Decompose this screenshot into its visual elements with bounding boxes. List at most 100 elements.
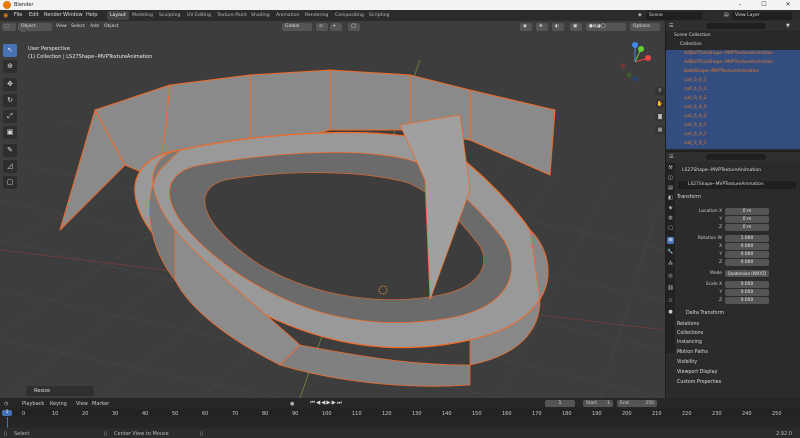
- rotate-tool-icon[interactable]: ↻: [3, 94, 17, 107]
- location-y-field[interactable]: 0 m: [725, 216, 769, 223]
- start-frame-field[interactable]: Start 1: [583, 400, 613, 407]
- world-tab-icon[interactable]: ◍: [667, 215, 674, 222]
- outliner-editor-icon[interactable]: ☰: [669, 23, 673, 29]
- outliner-item[interactable]: AdBallTiresShape--MVPTextureAnimation: [666, 59, 800, 68]
- view-layer-tab-icon[interactable]: ◧: [667, 195, 674, 202]
- transform-tool-icon[interactable]: ▣: [3, 126, 17, 139]
- rotation-x-field[interactable]: 0.000: [725, 243, 769, 250]
- navigation-gizmo[interactable]: [615, 42, 655, 82]
- timeline-marker-menu[interactable]: Marker: [92, 401, 109, 407]
- move-tool-icon[interactable]: ✥: [3, 78, 17, 91]
- zoom-icon[interactable]: ⚲: [655, 86, 665, 96]
- blender-menu-icon[interactable]: ◉: [3, 12, 8, 19]
- shading-buttons[interactable]: ●◍◕◯: [586, 22, 626, 31]
- outliner-item[interactable]: cull_0_0_3: [666, 104, 800, 113]
- outliner-item[interactable]: cull_0_0_1: [666, 77, 800, 86]
- instancing-section[interactable]: Instancing: [677, 340, 702, 345]
- relations-section[interactable]: Relations: [677, 322, 699, 327]
- object-name-field[interactable]: LS27Shape--MVPTextureAnimation: [678, 181, 796, 189]
- camera-view-icon[interactable]: ◙: [655, 112, 665, 122]
- timeline-view-menu[interactable]: View: [76, 401, 88, 407]
- physics-tab-icon[interactable]: ◎: [667, 273, 674, 280]
- outliner-search-input[interactable]: [706, 23, 766, 29]
- current-frame-field[interactable]: 1: [545, 400, 575, 407]
- filter-icon[interactable]: ▼: [786, 23, 790, 29]
- scale-x-field[interactable]: 0.050: [725, 281, 769, 288]
- menu-window[interactable]: Window: [63, 12, 83, 18]
- overlays-icon[interactable]: ◐: [552, 22, 564, 31]
- collections-section[interactable]: Collections: [677, 331, 703, 336]
- minimize-icon[interactable]: –: [728, 0, 752, 10]
- timeline-keying-menu[interactable]: Keying: [50, 401, 67, 407]
- tab-compositing[interactable]: Compositing: [332, 11, 367, 20]
- tab-scripting[interactable]: Scripting: [366, 11, 392, 20]
- collection-tab-icon[interactable]: ▢: [667, 225, 674, 232]
- perspective-toggle-icon[interactable]: ▦: [655, 125, 665, 135]
- render-tab-icon[interactable]: ◫: [667, 175, 674, 182]
- constraints-tab-icon[interactable]: ⛓: [667, 285, 674, 292]
- object-menu[interactable]: Object: [104, 24, 119, 29]
- measure-tool-icon[interactable]: ◿: [3, 160, 17, 173]
- gizmo-icon[interactable]: ✥: [536, 22, 548, 31]
- custom-properties-section[interactable]: Custom Properties: [677, 380, 721, 385]
- outliner-item[interactable]: cull_0_0_3: [666, 113, 800, 122]
- motion-paths-section[interactable]: Motion Paths: [677, 350, 708, 355]
- output-tab-icon[interactable]: ▤: [667, 185, 674, 192]
- rotation-z-field[interactable]: 0.000: [725, 259, 769, 266]
- proportional-edit-icon[interactable]: ◯: [348, 22, 360, 31]
- outliner-item[interactable]: AdBallTiresShape--MVPTextureAnimation: [666, 50, 800, 59]
- view-menu[interactable]: View: [56, 24, 67, 29]
- timeline-editor-icon[interactable]: ◷: [4, 401, 8, 407]
- tab-shading[interactable]: Shading: [248, 11, 273, 20]
- mode-dropdown[interactable]: Object Mode: [18, 22, 52, 37]
- menu-help[interactable]: Help: [86, 12, 97, 18]
- scene-collection-row[interactable]: Scene Collection: [666, 32, 800, 41]
- timeline-playback-menu[interactable]: Playback: [22, 401, 44, 407]
- location-z-field[interactable]: 0 m: [725, 224, 769, 231]
- properties-editor-icon[interactable]: ☰: [669, 154, 673, 160]
- tab-animation[interactable]: Animation: [273, 11, 302, 20]
- particles-tab-icon[interactable]: ⁂: [667, 261, 674, 268]
- options-dropdown[interactable]: Options: [630, 22, 660, 31]
- maximize-icon[interactable]: ☐: [752, 0, 776, 10]
- outliner-item[interactable]: cull_0_0_1: [666, 140, 800, 149]
- tab-texture-paint[interactable]: Texture Paint: [214, 11, 250, 20]
- playhead-frame[interactable]: 1: [2, 410, 12, 416]
- scale-z-field[interactable]: 0.050: [725, 297, 769, 304]
- visibility-icon[interactable]: ◉: [520, 22, 532, 31]
- data-tab-icon[interactable]: △: [667, 297, 674, 304]
- select-box-tool-icon[interactable]: ↖: [3, 44, 17, 57]
- menu-file[interactable]: File: [14, 12, 22, 18]
- orientation-dropdown[interactable]: Global: [282, 22, 312, 31]
- object-tab-icon[interactable]: ▣: [667, 237, 674, 244]
- scene-selector[interactable]: Scene: [646, 11, 702, 20]
- tab-uv-editing[interactable]: UV Editing: [184, 11, 214, 20]
- tool-tab-icon[interactable]: ⚒: [667, 165, 674, 172]
- scene-tab-icon[interactable]: ◈: [667, 205, 674, 212]
- outliner-item[interactable]: cull_0_0_1: [666, 122, 800, 131]
- outliner-item[interactable]: cull_0_0_2: [666, 95, 800, 104]
- menu-render[interactable]: Render: [44, 12, 62, 18]
- annotate-tool-icon[interactable]: ✎: [3, 144, 17, 157]
- transform-section-header[interactable]: Transform: [677, 195, 701, 200]
- visibility-section[interactable]: Visibility: [677, 360, 697, 365]
- last-operator-panel[interactable]: Resize: [26, 386, 94, 396]
- tab-rendering[interactable]: Rendering: [302, 11, 331, 20]
- frame-ruler[interactable]: 1 0 10 20 30 40 50 60 70 80 90 100 110 1…: [0, 409, 800, 417]
- view-layer-selector[interactable]: View Layer: [732, 11, 792, 20]
- xray-icon[interactable]: ▣: [570, 22, 582, 31]
- outliner-item[interactable]: BallsShape--MVPTextureAnimation: [666, 68, 800, 77]
- end-frame-field[interactable]: End 250: [617, 400, 657, 407]
- viewport-scene[interactable]: [0, 32, 665, 398]
- delta-transform-section[interactable]: Delta Transform: [686, 311, 724, 316]
- scale-y-field[interactable]: 0.050: [725, 289, 769, 296]
- add-cube-tool-icon[interactable]: ▢: [3, 176, 17, 189]
- pan-icon[interactable]: ✋: [655, 99, 665, 109]
- outliner-item[interactable]: cull_0_0_1: [666, 131, 800, 140]
- editor-type-icon[interactable]: ⬚: [2, 22, 16, 31]
- close-icon[interactable]: ✕: [776, 0, 800, 10]
- properties-search-input[interactable]: [706, 154, 766, 160]
- tab-sculpting[interactable]: Sculpting: [156, 11, 183, 20]
- tab-modeling[interactable]: Modeling: [129, 11, 156, 20]
- rotation-y-field[interactable]: 0.000: [725, 251, 769, 258]
